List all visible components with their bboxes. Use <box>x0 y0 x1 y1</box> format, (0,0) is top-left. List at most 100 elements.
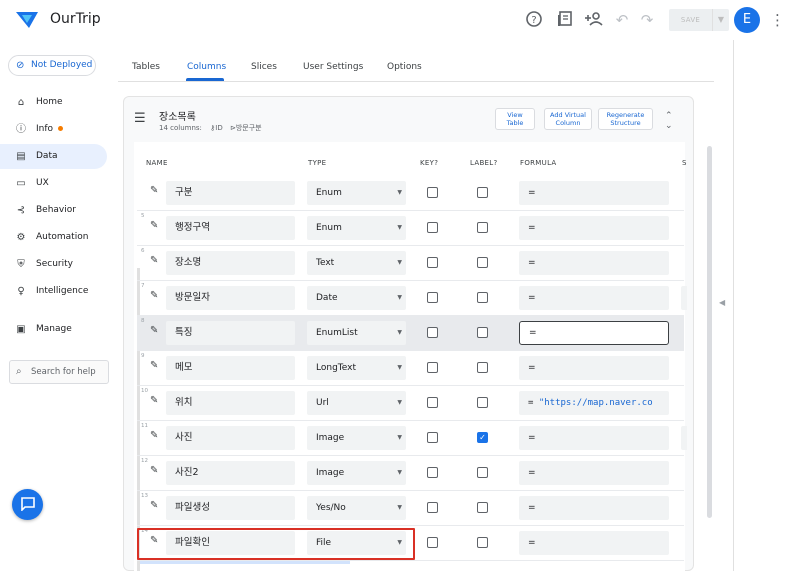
column-type-select[interactable]: Url ▼ <box>307 391 406 415</box>
key-checkbox[interactable] <box>427 432 438 443</box>
formula-field[interactable]: = <box>519 216 669 240</box>
column-type-select[interactable]: EnumList ▼ <box>307 321 406 345</box>
help-icon[interactable]: ? <box>524 10 544 30</box>
label-checkbox[interactable] <box>477 292 488 303</box>
pencil-icon[interactable]: ✎ <box>150 185 158 196</box>
table-row[interactable]: 10 ✎ 위치 Url ▼ = "https://map.naver.co <box>137 386 684 421</box>
key-checkbox[interactable] <box>427 502 438 513</box>
pencil-icon[interactable]: ✎ <box>150 465 158 476</box>
table-row[interactable]: 12 ✎ 사진2 Image ▼ = <box>137 456 684 491</box>
formula-field[interactable]: = <box>519 286 669 310</box>
column-name-field[interactable]: 특징 <box>166 321 295 345</box>
key-checkbox[interactable] <box>427 467 438 478</box>
tab-options[interactable]: Options <box>387 62 422 72</box>
regenerate-structure-button[interactable]: Regenerate Structure <box>598 108 653 130</box>
key-checkbox[interactable] <box>427 537 438 548</box>
pencil-icon[interactable]: ✎ <box>150 395 158 406</box>
sidebar-item-ux[interactable]: ▭ UX <box>0 171 107 196</box>
sidebar-item-behavior[interactable]: ⊰ Behavior <box>0 198 107 223</box>
label-checkbox[interactable] <box>477 327 488 338</box>
table-row[interactable]: 11 ✎ 사진 Image ▼ ✓ = <box>137 421 687 456</box>
table-row[interactable]: 7 ✎ 방문일자 Date ▼ = <box>137 281 687 316</box>
pencil-icon[interactable]: ✎ <box>150 220 158 231</box>
column-type-select[interactable]: LongText ▼ <box>307 356 406 380</box>
label-checkbox[interactable] <box>477 467 488 478</box>
expand-collapse-icon[interactable]: ⌃ ⌄ <box>665 111 673 131</box>
tab-columns[interactable]: Columns <box>187 62 226 72</box>
column-type-select[interactable]: Image ▼ <box>307 461 406 485</box>
formula-field[interactable]: = <box>519 426 669 450</box>
label-checkbox[interactable] <box>477 502 488 513</box>
search-help-input[interactable]: ⌕ Search for help <box>9 360 109 384</box>
extra-column-field[interactable] <box>681 286 687 310</box>
table-row[interactable]: 9 ✎ 메모 LongText ▼ = <box>137 351 684 386</box>
column-name-field[interactable]: 구분 <box>166 181 295 205</box>
undo-icon[interactable]: ↶ <box>612 10 632 30</box>
formula-field[interactable]: = "https://map.naver.co <box>519 391 669 415</box>
column-name-field[interactable]: 파일생성 <box>166 496 295 520</box>
column-type-select[interactable]: Enum ▼ <box>307 181 406 205</box>
key-checkbox[interactable] <box>427 222 438 233</box>
label-checkbox[interactable] <box>477 397 488 408</box>
column-name-field[interactable]: 사진 <box>166 426 295 450</box>
key-checkbox[interactable] <box>427 397 438 408</box>
column-type-select[interactable]: Text ▼ <box>307 251 406 275</box>
formula-field[interactable]: = <box>519 496 669 520</box>
sidebar-item-intelligence[interactable]: ♀ Intelligence <box>0 279 107 304</box>
table-row[interactable]: 5 ✎ 행정구역 Enum ▼ = <box>137 211 684 246</box>
label-checkbox[interactable] <box>477 362 488 373</box>
label-checkbox[interactable] <box>477 537 488 548</box>
table-row[interactable]: 6 ✎ 장소명 Text ▼ = <box>137 246 684 281</box>
column-name-field[interactable]: 장소명 <box>166 251 295 275</box>
tab-user-settings[interactable]: User Settings <box>303 62 363 72</box>
collapse-panel-icon[interactable]: ◀ <box>719 298 725 307</box>
table-row[interactable]: 8 ✎ 특징 EnumList ▼ = <box>137 316 684 351</box>
table-row[interactable]: ✎ 구분 Enum ▼ = <box>137 176 684 211</box>
pencil-icon[interactable]: ✎ <box>150 325 158 336</box>
column-name-field[interactable]: 사진2 <box>166 461 295 485</box>
pencil-icon[interactable]: ✎ <box>150 430 158 441</box>
pencil-icon[interactable]: ✎ <box>150 360 158 371</box>
label-checkbox[interactable] <box>477 222 488 233</box>
formula-field[interactable]: = <box>519 251 669 275</box>
sidebar-item-manage[interactable]: ▣ Manage <box>0 317 107 342</box>
tab-tables[interactable]: Tables <box>132 62 160 72</box>
horizontal-scrollbar[interactable] <box>140 561 350 564</box>
column-type-select[interactable]: Yes/No ▼ <box>307 496 406 520</box>
preview-icon[interactable] <box>555 10 575 30</box>
column-name-field[interactable]: 행정구역 <box>166 216 295 240</box>
more-menu-icon[interactable]: ⋮ <box>770 10 785 30</box>
table-row[interactable]: 13 ✎ 파일생성 Yes/No ▼ = <box>137 491 684 526</box>
chat-button[interactable] <box>12 489 43 520</box>
chevron-down-icon[interactable]: ▼ <box>712 9 729 31</box>
column-type-select[interactable]: Image ▼ <box>307 426 406 450</box>
sidebar-item-security[interactable]: ⛨ Security <box>0 252 107 277</box>
label-checkbox[interactable]: ✓ <box>477 432 488 443</box>
table-list-icon[interactable]: ☰ <box>134 111 146 126</box>
key-checkbox[interactable] <box>427 292 438 303</box>
sidebar-item-data[interactable]: ▤ Data <box>0 144 107 169</box>
pencil-icon[interactable]: ✎ <box>150 255 158 266</box>
key-checkbox[interactable] <box>427 257 438 268</box>
formula-field[interactable]: = <box>519 356 669 380</box>
key-checkbox[interactable] <box>427 187 438 198</box>
sidebar-item-home[interactable]: ⌂ Home <box>0 90 107 115</box>
column-name-field[interactable]: 위치 <box>166 391 295 415</box>
label-checkbox[interactable] <box>477 187 488 198</box>
column-type-select[interactable]: Enum ▼ <box>307 216 406 240</box>
column-name-field[interactable]: 방문일자 <box>166 286 295 310</box>
save-button[interactable]: SAVE <box>669 9 712 31</box>
redo-icon[interactable]: ↷ <box>637 10 657 30</box>
column-type-select[interactable]: Date ▼ <box>307 286 406 310</box>
column-name-field[interactable]: 메모 <box>166 356 295 380</box>
formula-field[interactable]: = <box>519 461 669 485</box>
sidebar-item-info[interactable]: ⓘ Info <box>0 117 107 142</box>
formula-field[interactable]: = <box>519 181 669 205</box>
extra-column-field[interactable] <box>681 426 687 450</box>
deploy-status-button[interactable]: ⊘ Not Deployed <box>8 55 96 76</box>
tab-slices[interactable]: Slices <box>251 62 277 72</box>
sidebar-item-automation[interactable]: ⚙ Automation <box>0 225 107 250</box>
formula-field[interactable]: = <box>519 321 669 345</box>
add-virtual-column-button[interactable]: Add Virtual Column <box>544 108 592 130</box>
add-person-icon[interactable] <box>584 10 604 30</box>
